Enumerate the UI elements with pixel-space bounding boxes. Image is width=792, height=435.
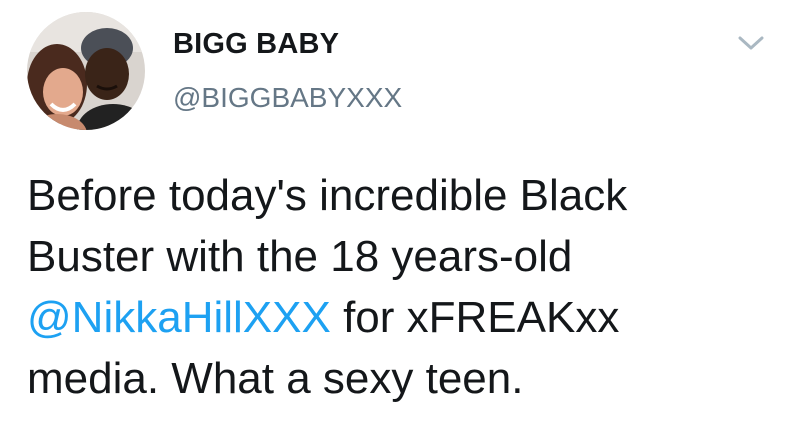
tweet-card: BIGG BABY @BIGGBABYXXX Before today's in…: [0, 0, 792, 435]
author-handle[interactable]: @BIGGBABYXXX: [173, 82, 402, 114]
tweet-text-segment: for xFREAKxx: [330, 293, 620, 342]
tweet-text: Before today's incredible Black Buster w…: [27, 165, 772, 409]
tweet-text-line: media. What a sexy teen.: [27, 354, 524, 403]
mention-link[interactable]: @NikkaHillXXX: [27, 293, 331, 342]
tweet-text-line: @NikkaHillXXX for xFREAKxx: [27, 287, 772, 348]
avatar-photo-icon: [27, 12, 145, 130]
tweet-text-line: Buster with the 18 years-old: [27, 232, 573, 281]
tweet-text-line: Before today's incredible Black: [27, 171, 628, 220]
chevron-down-icon: [738, 36, 764, 50]
tweet-menu-button[interactable]: [733, 28, 769, 58]
author-display-name[interactable]: BIGG BABY: [173, 28, 339, 61]
author-avatar[interactable]: [27, 12, 145, 130]
